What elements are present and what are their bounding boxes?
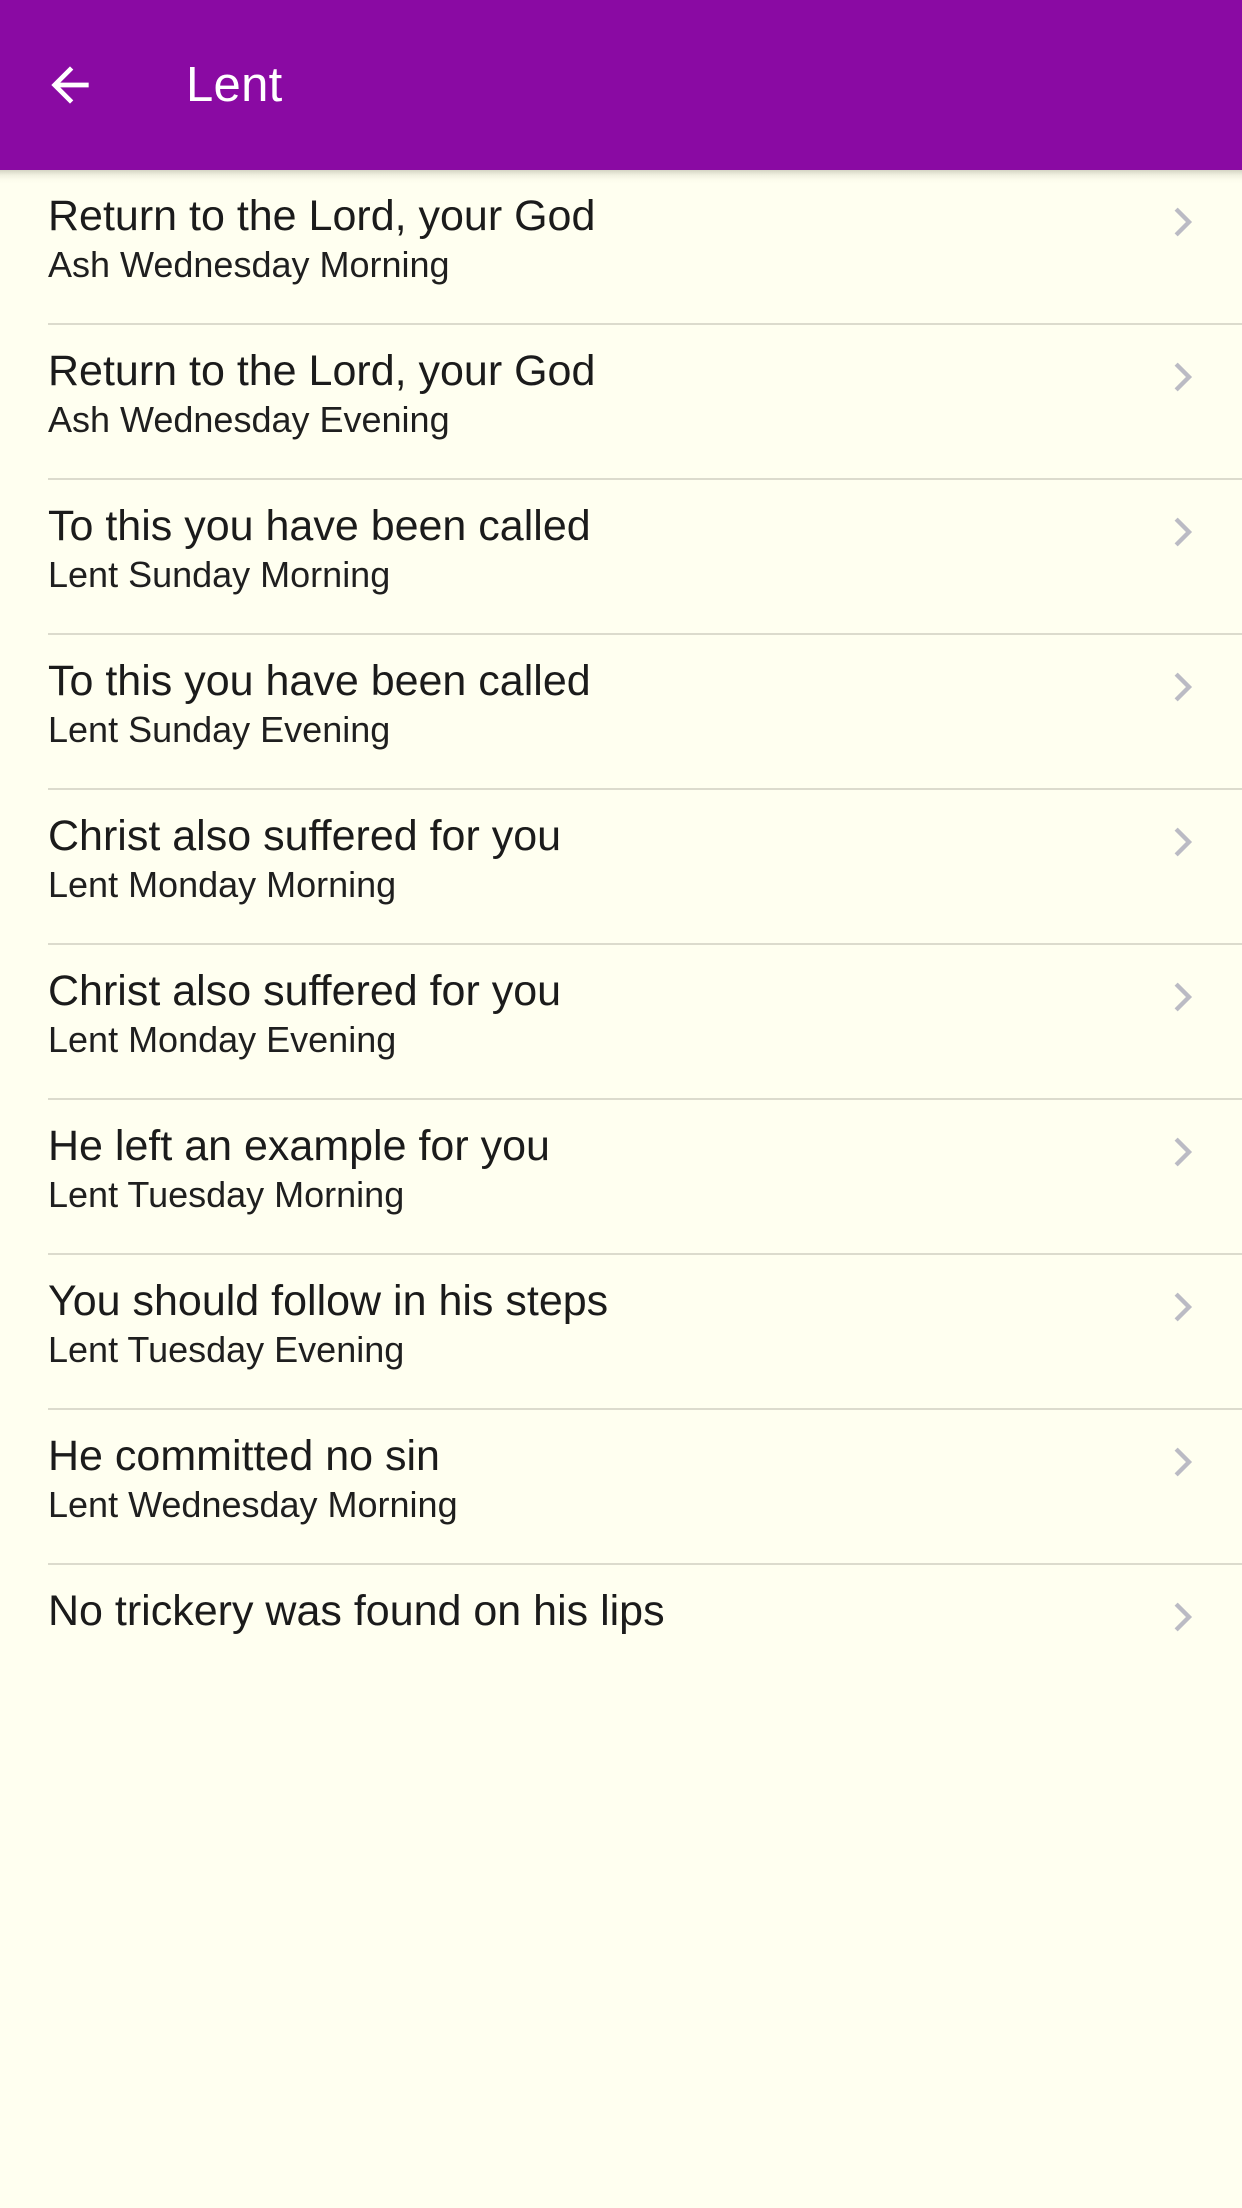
chevron-right-icon[interactable]	[1154, 1278, 1212, 1336]
reading-list: Return to the Lord, your God Ash Wednesd…	[0, 170, 1242, 2208]
list-item-text: Christ also suffered for you Lent Monday…	[48, 945, 1132, 1061]
page-title: Lent	[186, 57, 283, 112]
list-item-3[interactable]: To this you have been called Lent Sunday…	[0, 635, 1242, 790]
list-item-subtitle: Ash Wednesday Evening	[48, 399, 450, 441]
arrow-back-icon	[42, 57, 98, 113]
list-item-1[interactable]: Return to the Lord, your God Ash Wednesd…	[0, 325, 1242, 480]
list-item-subtitle: Lent Monday Morning	[48, 864, 397, 906]
list-item-title: To this you have been called	[48, 502, 591, 550]
chevron-right-icon[interactable]	[1154, 503, 1212, 561]
list-item-4[interactable]: Christ also suffered for you Lent Monday…	[0, 790, 1242, 945]
list-item-subtitle: Lent Tuesday Morning	[48, 1174, 405, 1216]
chevron-right-icon[interactable]	[1154, 1433, 1212, 1491]
app-bar: Lent	[0, 0, 1242, 170]
list-item-title: Christ also suffered for you	[48, 967, 562, 1015]
list-item-text: To this you have been called Lent Sunday…	[48, 480, 1132, 596]
list-item-title: Return to the Lord, your God	[48, 192, 596, 240]
list-item-subtitle: Lent Tuesday Evening	[48, 1329, 405, 1371]
list-item-title: You should follow in his steps	[48, 1277, 609, 1325]
list-item-text: Christ also suffered for you Lent Monday…	[48, 790, 1132, 906]
list-item-6[interactable]: He left an example for you Lent Tuesday …	[0, 1100, 1242, 1255]
list-item-9[interactable]: No trickery was found on his lips	[0, 1565, 1242, 1720]
app-root: Lent Return to the Lord, your God Ash We…	[0, 0, 1242, 2208]
list-item-text: Return to the Lord, your God Ash Wednesd…	[48, 325, 1132, 441]
list-item-title: To this you have been called	[48, 657, 591, 705]
list-item-title: Christ also suffered for you	[48, 812, 562, 860]
list-item-text: You should follow in his steps Lent Tues…	[48, 1255, 1132, 1371]
list-item-subtitle: Lent Sunday Evening	[48, 709, 391, 751]
list-item-title: He committed no sin	[48, 1432, 440, 1480]
back-button[interactable]	[30, 45, 110, 125]
list-item-2[interactable]: To this you have been called Lent Sunday…	[0, 480, 1242, 635]
list-item-text: To this you have been called Lent Sunday…	[48, 635, 1132, 751]
chevron-right-icon[interactable]	[1154, 1588, 1212, 1646]
chevron-right-icon[interactable]	[1154, 1123, 1212, 1181]
list-item-5[interactable]: Christ also suffered for you Lent Monday…	[0, 945, 1242, 1100]
list-item-subtitle: Ash Wednesday Morning	[48, 244, 450, 286]
list-item-title: He left an example for you	[48, 1122, 550, 1170]
chevron-right-icon[interactable]	[1154, 813, 1212, 871]
list-item-title: Return to the Lord, your God	[48, 347, 596, 395]
list-item-0[interactable]: Return to the Lord, your God Ash Wednesd…	[0, 170, 1242, 325]
chevron-right-icon[interactable]	[1154, 658, 1212, 716]
list-item-7[interactable]: You should follow in his steps Lent Tues…	[0, 1255, 1242, 1410]
chevron-right-icon[interactable]	[1154, 348, 1212, 406]
list-item-8[interactable]: He committed no sin Lent Wednesday Morni…	[0, 1410, 1242, 1565]
list-item-text: No trickery was found on his lips	[48, 1565, 1132, 1639]
chevron-right-icon[interactable]	[1154, 193, 1212, 251]
list-item-text: He left an example for you Lent Tuesday …	[48, 1100, 1132, 1216]
chevron-right-icon[interactable]	[1154, 968, 1212, 1026]
list-item-subtitle: Lent Monday Evening	[48, 1019, 397, 1061]
list-item-text: Return to the Lord, your God Ash Wednesd…	[48, 170, 1132, 286]
list-item-subtitle: Lent Wednesday Morning	[48, 1484, 458, 1526]
list-item-text: He committed no sin Lent Wednesday Morni…	[48, 1410, 1132, 1526]
list-item-subtitle: Lent Sunday Morning	[48, 554, 391, 596]
list-item-title: No trickery was found on his lips	[48, 1587, 665, 1635]
